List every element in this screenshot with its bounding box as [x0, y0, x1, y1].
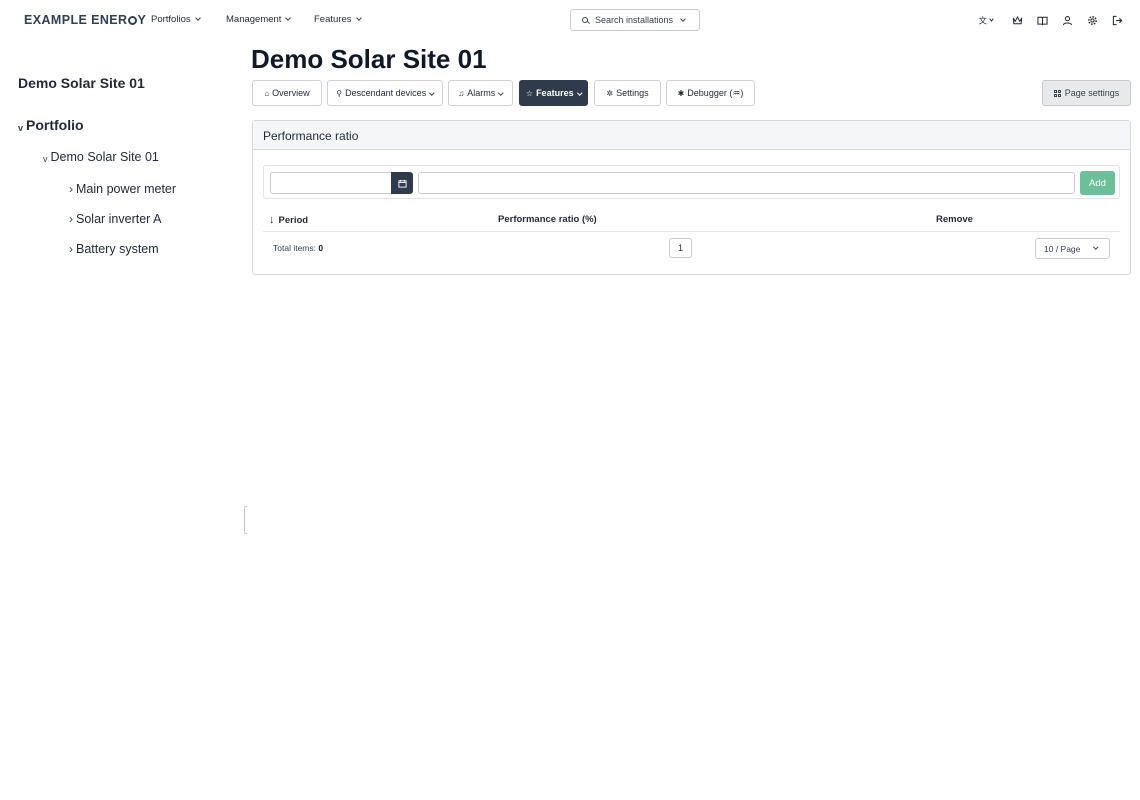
- tree-item-site[interactable]: v Demo Solar Site 01: [43, 150, 159, 164]
- chevron-right-icon: ›: [69, 242, 73, 256]
- star-icon: ☆: [525, 88, 534, 98]
- tab-debugger[interactable]: ✱ Debugger (♒): [666, 80, 755, 106]
- chevron-down-icon: [285, 15, 292, 21]
- nav-menu-portfolios[interactable]: Portfolios: [151, 14, 201, 25]
- brand-logo[interactable]: EXAMPLE ENER Y: [24, 13, 146, 27]
- page-settings-label: Page settings: [1064, 88, 1120, 98]
- sidebar-title: Demo Solar Site 01: [18, 75, 145, 91]
- tree-item-label: Portfolio: [26, 117, 84, 133]
- gear-icon[interactable]: [1085, 13, 1099, 27]
- nav-menu-features[interactable]: Features: [314, 14, 362, 25]
- top-navbar: EXAMPLE ENER Y Portfolios Management Feat…: [0, 0, 1140, 40]
- nav-menu-label: Management: [226, 14, 282, 25]
- nav-menu-management[interactable]: Management: [226, 14, 292, 25]
- tree-item-label: Main power meter: [76, 182, 177, 196]
- sort-descending-icon: ↓: [269, 214, 275, 226]
- page-size-label: 10 / Page: [1044, 244, 1081, 254]
- chevron-down-icon: [355, 15, 362, 21]
- svg-text:文: 文: [979, 15, 987, 25]
- page-size-select[interactable]: 10 / Page: [1035, 238, 1110, 259]
- search-icon: [582, 17, 588, 23]
- chevron-down-icon: [429, 90, 435, 96]
- chevron-down-icon: [576, 90, 582, 96]
- chevron-down-icon: [498, 90, 504, 96]
- book-icon[interactable]: [1035, 13, 1049, 27]
- tab-label: Settings: [616, 88, 649, 98]
- tree-item-label: Demo Solar Site 01: [50, 150, 159, 164]
- column-header-performance-ratio: Performance ratio (%): [498, 214, 597, 225]
- gear-icon: ✲: [606, 88, 614, 98]
- period-date-input[interactable]: [270, 172, 392, 194]
- chevron-down-icon: [194, 15, 201, 21]
- pagination-page-button[interactable]: 1: [669, 238, 692, 258]
- performance-ratio-card: Performance ratio Add ↓ Period Performanc…: [252, 120, 1131, 275]
- search-icon: ⚲: [336, 88, 343, 98]
- chevron-down-icon: v: [43, 154, 48, 164]
- nav-menu-label: Features: [314, 14, 352, 25]
- chevron-right-icon: ›: [69, 182, 73, 196]
- total-items-label: Total items:: [273, 243, 319, 253]
- tree-item-battery-system[interactable]: › Battery system: [69, 242, 159, 256]
- nav-menu-label: Portfolios: [151, 14, 191, 25]
- add-entry-form: Add: [263, 165, 1120, 199]
- add-button[interactable]: Add: [1080, 171, 1115, 195]
- brand-logo-ring: [127, 16, 137, 25]
- performance-ratio-input[interactable]: [418, 172, 1075, 194]
- tree-item-solar-inverter-a[interactable]: › Solar inverter A: [69, 212, 161, 226]
- page-title: Demo Solar Site 01: [251, 44, 487, 74]
- bug-icon: ✱: [677, 88, 685, 98]
- tab-label: Debugger (♒): [687, 87, 744, 98]
- tab-settings[interactable]: ✲ Settings: [594, 80, 661, 106]
- chevron-right-icon: ›: [69, 212, 73, 226]
- search-installations-select[interactable]: Search installations: [570, 9, 700, 31]
- tab-features[interactable]: ☆ Features: [519, 80, 588, 106]
- column-header-remove: Remove: [936, 214, 973, 225]
- tree-item-main-power-meter[interactable]: › Main power meter: [69, 182, 176, 196]
- tree-item-label: Battery system: [76, 242, 159, 256]
- column-label: Period: [278, 215, 309, 226]
- tab-label: Descendant devices: [345, 88, 427, 98]
- column-header-period[interactable]: ↓ Period: [269, 214, 308, 226]
- chevron-down-icon: [1092, 244, 1098, 250]
- home-icon: ⌂: [264, 88, 270, 98]
- table-header-divider: [263, 231, 1120, 232]
- total-items-count: 0: [318, 243, 324, 253]
- calendar-button[interactable]: [391, 172, 413, 194]
- tree-item-label: Solar inverter A: [76, 212, 162, 226]
- total-items: Total items: 0: [273, 243, 323, 253]
- tab-label: Overview: [272, 88, 310, 98]
- translate-icon[interactable]: 文: [975, 13, 997, 27]
- search-label: Search installations: [595, 15, 674, 25]
- chevron-down-icon: [680, 16, 686, 22]
- chevron-down-icon: v: [18, 123, 24, 133]
- card-title: Performance ratio: [253, 121, 1130, 150]
- tree-item-portfolio[interactable]: v Portfolio: [18, 117, 84, 133]
- tab-overview[interactable]: ⌂ Overview: [252, 80, 322, 106]
- calendar-icon: [397, 179, 407, 188]
- user-icon[interactable]: [1060, 13, 1074, 27]
- tab-alarms[interactable]: ♫ Alarms: [448, 80, 513, 106]
- tab-label: Alarms: [467, 88, 496, 98]
- crown-icon[interactable]: [1010, 13, 1024, 27]
- tab-descendant-devices[interactable]: ⚲ Descendant devices: [327, 80, 443, 106]
- tab-label: Features: [536, 88, 574, 98]
- bell-icon: ♫: [458, 88, 465, 98]
- sidebar-resize-handle[interactable]: [244, 506, 247, 534]
- logout-icon[interactable]: [1110, 13, 1124, 27]
- page-settings-button[interactable]: Page settings: [1042, 80, 1131, 106]
- layout-icon: [1053, 89, 1061, 97]
